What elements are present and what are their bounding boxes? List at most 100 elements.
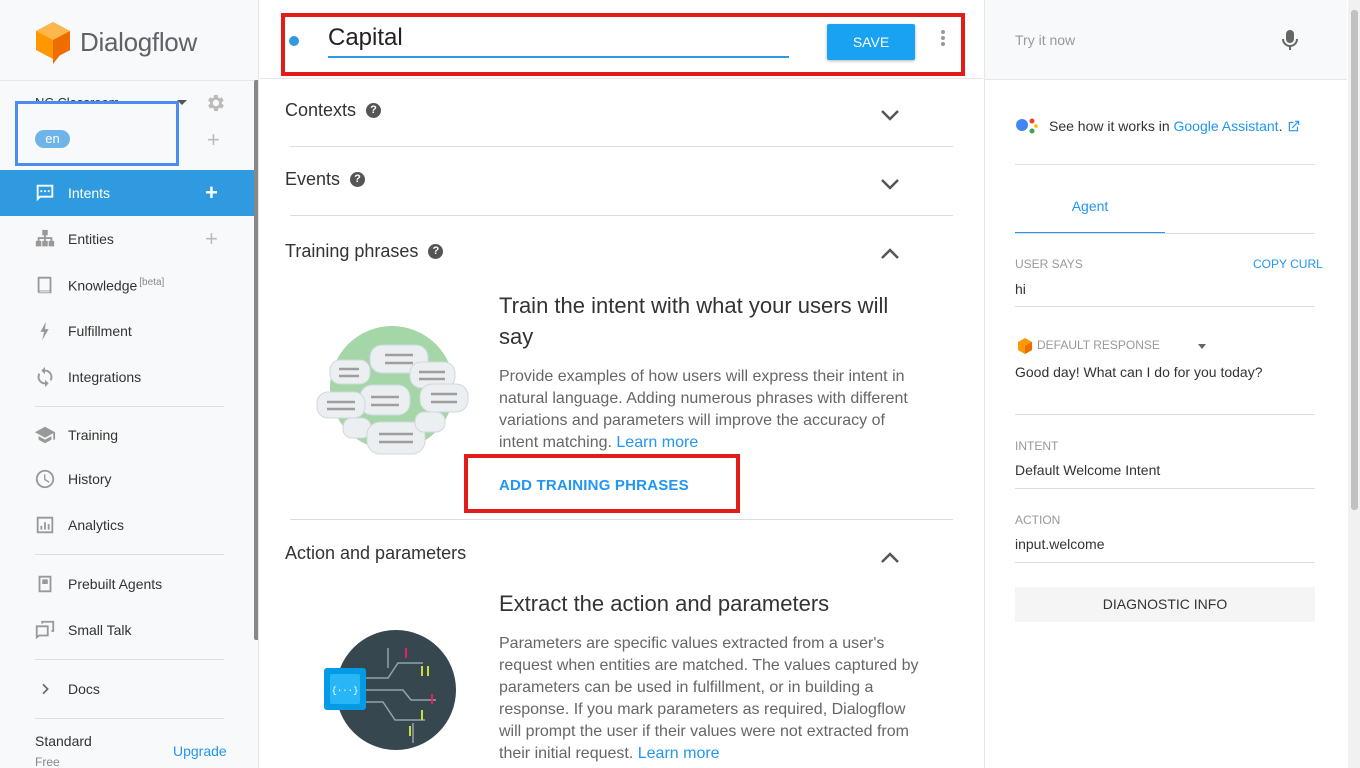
training-phrases-illustration bbox=[316, 326, 469, 455]
bolt-icon bbox=[33, 319, 57, 343]
intent-header: SAVE bbox=[260, 0, 983, 79]
sidebar-item-label: Knowledge [beta] bbox=[68, 277, 164, 294]
diagnostic-info-button[interactable]: DIAGNOSTIC INFO bbox=[1015, 587, 1315, 622]
plan-name: Standard bbox=[35, 733, 92, 749]
sidebar-item-label: Integrations bbox=[68, 369, 142, 385]
divider bbox=[290, 146, 953, 147]
section-action-parameters[interactable]: Action and parameters bbox=[285, 543, 466, 564]
clock-icon bbox=[33, 467, 57, 491]
action-value: input.welcome bbox=[1015, 536, 1105, 552]
knowledge-label: Knowledge bbox=[68, 277, 138, 294]
divider bbox=[35, 554, 224, 555]
default-response-value: Good day! What can I do for you today? bbox=[1015, 364, 1263, 380]
gear-icon[interactable] bbox=[204, 92, 226, 114]
console-scrollbar[interactable] bbox=[1348, 0, 1360, 768]
add-entity-icon[interactable]: + bbox=[205, 226, 218, 252]
sidebar-item-history[interactable]: History bbox=[0, 456, 254, 502]
chevron-down-icon[interactable] bbox=[878, 175, 902, 193]
google-assistant-icon bbox=[1016, 118, 1038, 134]
divider bbox=[1015, 233, 1315, 234]
try-it-now-bar[interactable]: Try it now bbox=[985, 0, 1347, 80]
external-link-icon[interactable] bbox=[1287, 119, 1301, 133]
action-description: Parameters are specific values extracted… bbox=[499, 633, 919, 765]
action-parameters-illustration: {···} bbox=[324, 630, 456, 750]
dialogflow-small-icon bbox=[1018, 338, 1032, 354]
sidebar-item-analytics[interactable]: Analytics bbox=[0, 502, 254, 548]
google-assistant-link[interactable]: Google Assistant bbox=[1174, 118, 1279, 134]
action-body: Parameters are specific values extracted… bbox=[499, 635, 919, 762]
highlight-title-box bbox=[281, 13, 965, 76]
divider bbox=[35, 406, 224, 407]
intent-editor: SAVE Contexts ? Events ? Training phrase… bbox=[260, 0, 983, 768]
divider bbox=[1015, 562, 1315, 563]
chevron-up-icon[interactable] bbox=[878, 549, 902, 567]
ga-text: See how it works in Google Assistant. bbox=[1049, 118, 1282, 134]
sidebar-item-knowledge[interactable]: Knowledge [beta] bbox=[0, 262, 254, 308]
divider bbox=[290, 215, 953, 216]
microphone-icon[interactable] bbox=[1282, 29, 1298, 51]
bar-chart-icon bbox=[33, 513, 57, 537]
help-icon[interactable]: ? bbox=[350, 172, 366, 187]
sidebar-item-intents[interactable]: Intents + bbox=[0, 170, 254, 216]
divider bbox=[1015, 306, 1315, 307]
add-intent-icon[interactable]: + bbox=[205, 180, 218, 206]
sidebar-item-entities[interactable]: Entities + bbox=[0, 216, 254, 262]
chat-icon bbox=[33, 181, 57, 205]
try-it-now-input[interactable]: Try it now bbox=[1015, 32, 1075, 48]
sidebar-item-label: Training bbox=[68, 427, 119, 443]
divider bbox=[1015, 488, 1315, 489]
learn-more-link[interactable]: Learn more bbox=[638, 745, 720, 762]
sidebar-item-label: Small Talk bbox=[68, 622, 132, 638]
intent-label: INTENT bbox=[1015, 439, 1059, 453]
training-title: Train the intent with what your users wi… bbox=[499, 293, 889, 349]
section-title: Action and parameters bbox=[285, 543, 467, 563]
sidebar-item-label: Analytics bbox=[68, 517, 125, 533]
section-title: Contexts bbox=[285, 100, 357, 120]
dialogflow-logo[interactable]: Dialogflow bbox=[34, 20, 197, 64]
chevron-up-icon[interactable] bbox=[878, 245, 902, 263]
sidebar-scrollbar[interactable] bbox=[254, 80, 258, 640]
sidebar: Dialogflow NC Classroom en + Intents + E… bbox=[0, 0, 259, 768]
copy-curl-link[interactable]: COPY CURL bbox=[1253, 257, 1323, 271]
learn-more-link[interactable]: Learn more bbox=[616, 434, 698, 451]
section-training-phrases[interactable]: Training phrases ? bbox=[285, 241, 444, 262]
sidebar-item-label: Intents bbox=[68, 185, 111, 201]
dialogflow-logo-icon bbox=[36, 22, 70, 64]
training-description: Provide examples of how users will expre… bbox=[499, 366, 919, 454]
sidebar-item-label: Fulfillment bbox=[68, 323, 132, 339]
ga-prefix: See how it works in bbox=[1049, 118, 1170, 134]
divider bbox=[1015, 414, 1315, 415]
help-icon[interactable]: ? bbox=[428, 244, 444, 259]
sidebar-item-fulfillment[interactable]: Fulfillment bbox=[0, 308, 254, 354]
test-console: Try it now See how it works in Google As… bbox=[984, 0, 1360, 768]
training-body: Provide examples of how users will expre… bbox=[499, 368, 908, 451]
sidebar-item-integrations[interactable]: Integrations bbox=[0, 354, 254, 400]
app-name: Dialogflow bbox=[80, 26, 197, 57]
sidebar-item-docs[interactable]: Docs bbox=[0, 666, 254, 712]
sidebar-item-small-talk[interactable]: Small Talk bbox=[0, 607, 254, 653]
speech-bubble-icon bbox=[33, 618, 57, 642]
section-title: Events bbox=[285, 169, 341, 189]
sidebar-item-training[interactable]: Training bbox=[0, 412, 254, 458]
tab-agent[interactable]: Agent bbox=[1015, 198, 1165, 214]
divider bbox=[1015, 164, 1315, 165]
section-events[interactable]: Events ? bbox=[285, 169, 366, 190]
sidebar-item-label: Entities bbox=[68, 231, 114, 247]
section-contexts[interactable]: Contexts ? bbox=[285, 100, 382, 121]
svg-text:{···}: {···} bbox=[331, 686, 358, 696]
graduation-cap-icon bbox=[33, 423, 57, 447]
user-says-value: hi bbox=[1015, 281, 1026, 297]
help-icon[interactable]: ? bbox=[366, 103, 382, 118]
add-language-icon[interactable]: + bbox=[207, 129, 220, 151]
scrollbar-thumb[interactable] bbox=[1351, 10, 1358, 510]
chevron-down-icon[interactable] bbox=[878, 106, 902, 124]
intent-link[interactable]: Default Welcome Intent bbox=[1015, 462, 1160, 478]
sidebar-item-prebuilt-agents[interactable]: Prebuilt Agents bbox=[0, 561, 254, 607]
divider bbox=[35, 718, 224, 719]
divider bbox=[35, 659, 224, 660]
upgrade-link[interactable]: Upgrade bbox=[173, 743, 227, 759]
caret-down-icon[interactable] bbox=[1198, 344, 1206, 349]
action-title: Extract the action and parameters bbox=[499, 591, 830, 616]
default-response-label: DEFAULT RESPONSE bbox=[1037, 338, 1160, 352]
ga-period: . bbox=[1278, 118, 1283, 134]
